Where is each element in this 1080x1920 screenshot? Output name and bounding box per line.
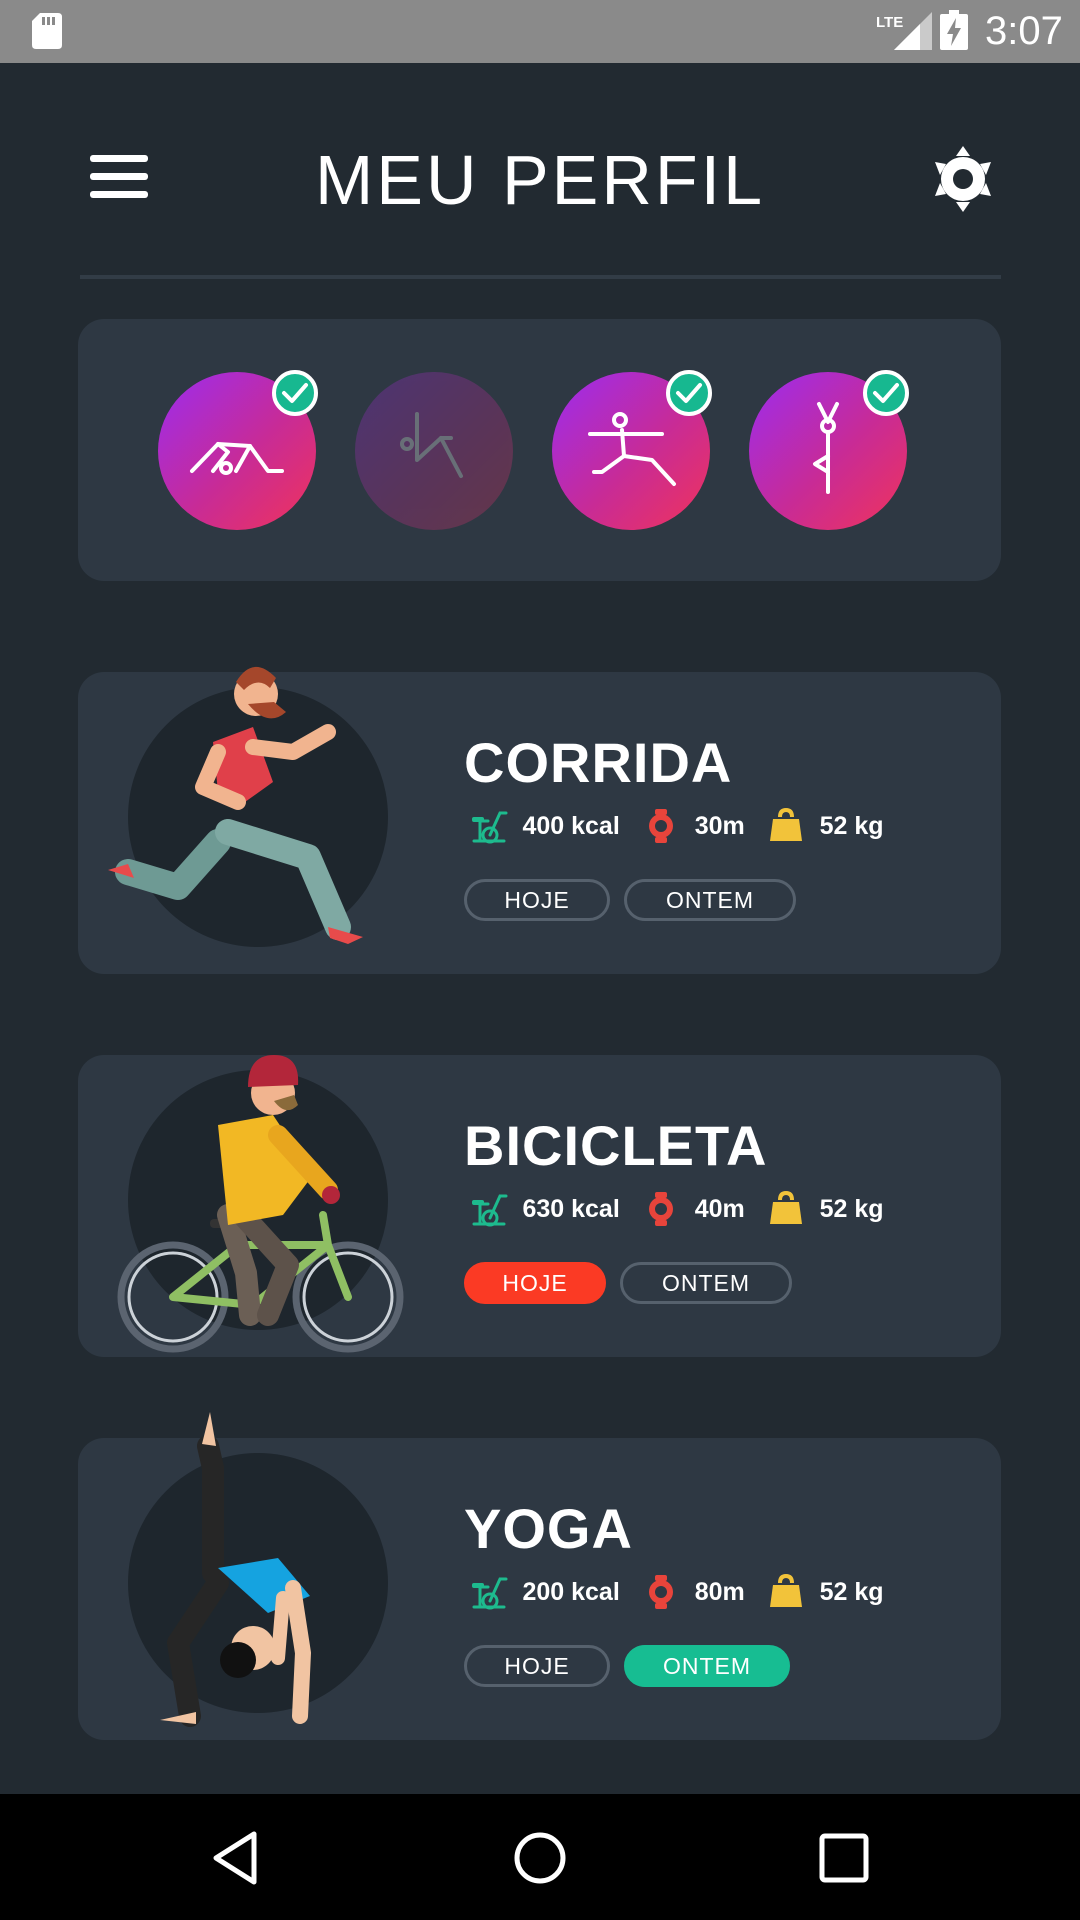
cyclist-illustration [78, 1015, 418, 1357]
activity-stats: 200 kcal 80m 52 kg [470, 1573, 902, 1613]
check-icon [272, 370, 318, 416]
today-button[interactable]: HOJE [464, 1645, 610, 1687]
recents-square-icon[interactable] [812, 1826, 876, 1890]
activity-card-yoga[interactable]: YOGA 200 kcal 80m 52 kg HOJE ONTEM [78, 1412, 1001, 1740]
weight-icon [770, 1573, 803, 1607]
exercise-bike-icon [472, 1577, 508, 1610]
stat-time: 40m [694, 1194, 745, 1223]
stat-time: 80m [694, 1577, 745, 1606]
stopwatch-icon [649, 1192, 674, 1226]
sd-card-icon [32, 13, 62, 49]
status-bar: LTE 3:07 [0, 0, 1080, 63]
today-button[interactable]: HOJE [464, 879, 610, 921]
activity-stats: 400 kcal 30m 52 kg [470, 807, 902, 847]
activity-card-running[interactable]: CORRIDA 400 kcal 30m 52 kg HOJE ONTEM [78, 666, 1001, 974]
svg-text:LTE: LTE [876, 14, 903, 31]
battery-charging-icon [940, 10, 968, 50]
yoga-illustration [78, 1398, 418, 1740]
activity-stats: 630 kcal 40m 52 kg [470, 1190, 902, 1230]
activity-title: BICICLETA [464, 1114, 768, 1177]
achievement-badge-3[interactable] [552, 370, 712, 530]
back-triangle-icon[interactable] [204, 1826, 268, 1890]
weight-icon [770, 1190, 803, 1224]
navigation-bar [0, 1794, 1080, 1920]
stat-kcal: 630 kcal [522, 1194, 620, 1223]
gear-icon[interactable] [932, 146, 994, 212]
yesterday-button[interactable]: ONTEM [620, 1262, 792, 1304]
achievements-card [78, 319, 1001, 581]
header-divider [80, 275, 1001, 279]
check-icon [666, 370, 712, 416]
page-title: MEU PERFIL [314, 141, 766, 219]
today-button[interactable]: HOJE [464, 1262, 606, 1304]
stat-weight: 52 kg [819, 1577, 884, 1606]
home-circle-icon[interactable] [508, 1826, 572, 1890]
stopwatch-icon [649, 1575, 674, 1609]
stat-weight: 52 kg [819, 811, 884, 840]
stat-time: 30m [694, 811, 745, 840]
activity-card-cycling[interactable]: BICICLETA 630 kcal 40m 52 kg HOJE ONTEM [78, 1055, 1001, 1357]
stat-kcal: 200 kcal [522, 1577, 620, 1606]
check-icon [863, 370, 909, 416]
runner-illustration [78, 632, 418, 974]
yesterday-button[interactable]: ONTEM [624, 879, 796, 921]
yoga-bend-icon [400, 412, 463, 478]
stat-weight: 52 kg [819, 1194, 884, 1223]
status-time: 3:07 [985, 9, 1063, 53]
weight-icon [770, 807, 803, 841]
yesterday-button[interactable]: ONTEM [624, 1645, 790, 1687]
achievement-badge-1[interactable] [158, 370, 318, 530]
exercise-bike-icon [472, 811, 508, 844]
lte-signal-icon: LTE [876, 12, 932, 50]
activity-title: YOGA [464, 1497, 633, 1560]
stat-kcal: 400 kcal [522, 811, 620, 840]
achievement-badge-2[interactable] [355, 372, 513, 530]
activity-title: CORRIDA [464, 731, 733, 794]
stopwatch-icon [649, 809, 674, 843]
exercise-bike-icon [472, 1194, 508, 1227]
achievement-badge-4[interactable] [749, 370, 909, 530]
